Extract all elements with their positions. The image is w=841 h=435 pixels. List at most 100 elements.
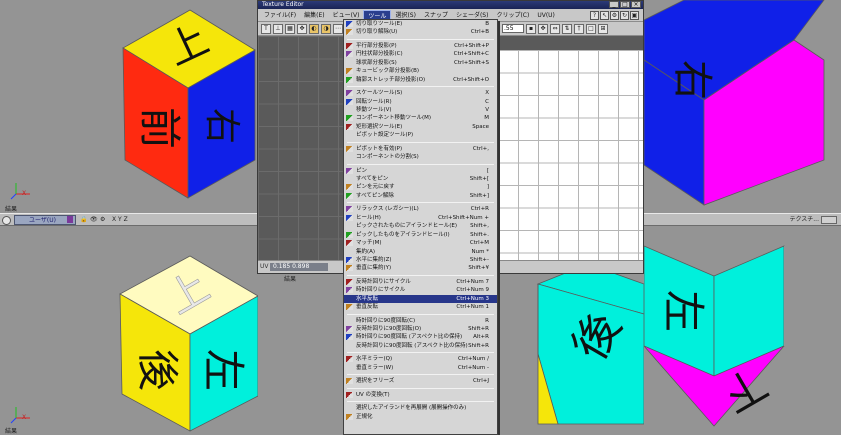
viewport-bottom-mid-left[interactable] [258, 274, 344, 435]
menu-item-label: 時計回りにサイクル [356, 287, 406, 294]
menu-item-shortcut: Ctrl+Num / [458, 356, 489, 363]
menu-item[interactable]: リラックス (レガシー)(L) Ctrl+R [344, 205, 497, 213]
menu-item[interactable]: キュービック部分投影(B) [344, 67, 497, 75]
new-icon[interactable]: T [261, 23, 271, 34]
menu-item[interactable]: 集約(A) Num * [344, 248, 497, 256]
lock-icon[interactable]: 🔒 [80, 215, 87, 225]
panel-right-button[interactable] [821, 216, 837, 224]
menu-item[interactable]: UV の変換(T) [344, 391, 497, 399]
close-button[interactable]: × [631, 1, 641, 8]
menu-item[interactable]: マッチ(M) Ctrl+M [344, 239, 497, 247]
viewport-top-right[interactable]: 右 [644, 0, 841, 213]
menu-item[interactable]: ピックしたものをアイランドヒール(I) Shift+. [344, 231, 497, 239]
menu-item-label: 水平に集約(Z) [356, 256, 392, 263]
scale-icon[interactable]: ◑ [321, 23, 331, 34]
arrows-icon[interactable]: ⇔ [550, 24, 560, 34]
grid-icon[interactable]: ▦ [285, 23, 295, 34]
menu-item[interactable]: 水平反転 Ctrl+Num 3 [344, 294, 497, 304]
menu-item[interactable]: 反時計回りに90度回転 (アスペクト比の保持) Shift+R [344, 342, 497, 350]
uv-icon[interactable]: ⋯ [333, 23, 343, 34]
menu-item[interactable]: 時計回りに90度回転 (アスペクト比の保持) Alt+R [344, 333, 497, 341]
menu-item[interactable]: ピンを元に戻す] [344, 183, 497, 191]
viewport-bottom-right[interactable]: 左 下 [644, 226, 841, 435]
menu-clip[interactable]: クリップ(C) [492, 10, 533, 21]
menu-item[interactable]: 球状部分投影(S) Ctrl+Shift+S [344, 59, 497, 67]
menu-item[interactable]: 反時計回りにサイクル Ctrl+Num 7 [344, 278, 497, 286]
minimize-button[interactable]: _ [609, 1, 619, 8]
menu-item[interactable]: 矩形選択ツール(E) Space [344, 123, 497, 131]
menu-item[interactable]: 正規化 [344, 413, 497, 421]
menu-item[interactable]: 切り取り解除(U) Ctrl+B [344, 28, 497, 36]
menu-item-label: ピンを元に戻す [356, 184, 395, 191]
snap-icon[interactable]: ⊞ [598, 24, 608, 34]
menu-item[interactable]: スケールツール(S) X [344, 89, 497, 97]
viewport-top-left[interactable]: 上 前 右 X 結果 [0, 0, 258, 213]
maximize-button[interactable]: □ [620, 1, 630, 8]
viewport-bottom-left[interactable]: 上 後 左 X 結果 [0, 226, 258, 435]
menu-item[interactable]: 水平ミラー(Q) Ctrl+Num / [344, 355, 497, 363]
rotate-icon[interactable]: ◐ [309, 23, 319, 34]
help-icon[interactable]: ? [590, 10, 599, 20]
app-root: 上 前 右 X 結果 右 ユーザ(U) 🔒 👁 ⚙ X Y Z テクスチ... [0, 0, 841, 435]
menu-item[interactable]: ピン [ [344, 167, 497, 175]
menu-item[interactable]: 水平に集約(Z) Shift+- [344, 256, 497, 264]
menu-item[interactable]: 切り取りツール(E) B [344, 20, 497, 28]
menu-item-label: 水平反転 [356, 295, 379, 302]
value-field[interactable]: .55 [502, 24, 524, 33]
menu-edit[interactable]: 編集(E) [300, 10, 328, 21]
menu-item[interactable]: 垂直ミラー(W) Ctrl+Num - [344, 364, 497, 372]
panel-menu-icon[interactable] [2, 216, 11, 225]
menu-item-label: ピックされたものにアイランドヒール(E) [356, 223, 457, 230]
menu-item[interactable]: ピックされたものにアイランドヒール(E) Shift+, [344, 222, 497, 230]
menu-item[interactable]: 垂直に集約(Y) Shift+¥ [344, 264, 497, 272]
menu-item-label: スケールツール(S) [356, 90, 403, 97]
menu-item[interactable]: 円柱状部分投影(C) Ctrl+Shift+C [344, 50, 497, 58]
menu-item[interactable]: ピボット設定ツール(P) [344, 131, 497, 139]
menu-item[interactable]: 時計回りに90度回転(C) R [344, 317, 497, 325]
viewport-status: 結果 [5, 206, 18, 213]
align-icon[interactable]: ⊥ [273, 23, 283, 34]
menu-item[interactable]: 平行部分投影(P) Ctrl+Shift+P [344, 42, 497, 50]
menu-item[interactable]: 選択したアイランドを再展開 (展開操作のみ) [344, 404, 497, 412]
menu-uv[interactable]: UV(U) [533, 10, 559, 21]
menu-item-label: 正規化 [356, 413, 373, 420]
eye-icon[interactable]: 👁 [90, 215, 98, 225]
menu-file[interactable]: ファイル(F) [260, 10, 300, 21]
menu-item-shortcut: Shift+[ [469, 176, 489, 182]
refresh-icon[interactable]: ↻ [620, 10, 629, 20]
menu-item-icon [346, 405, 353, 411]
menu-item[interactable]: コンポーネント移動ツール(M) M [344, 114, 497, 122]
menu-item[interactable]: 回転ツール(R) C [344, 98, 497, 106]
image-icon[interactable]: ▣ [630, 10, 639, 20]
set-icon[interactable]: ▪ [526, 24, 536, 34]
frame-icon[interactable]: □ [586, 24, 596, 34]
move-icon[interactable]: ✥ [297, 23, 307, 34]
menu-item-shortcut: Shift+] [469, 192, 489, 199]
menu-item[interactable]: 反時計回りに90度回転(O) Shift+R [344, 325, 497, 333]
menu-item[interactable]: すべてをピン Shift+[ [344, 175, 497, 183]
menu-item[interactable]: コンポーネントの分割(S) [344, 153, 497, 161]
gear-icon[interactable]: ⚙ [100, 215, 105, 225]
menu-item[interactable]: ヒール(H) Ctrl+Shift+Num + [344, 214, 497, 222]
menu-item[interactable]: ピボットを有効(P) Ctrl+, [344, 145, 497, 153]
menu-item[interactable]: 時計回りにサイクル Ctrl+Num 9 [344, 286, 497, 294]
cursor-icon[interactable]: ↖ [600, 10, 609, 20]
axis-x-label: X [22, 414, 27, 421]
menu-item-shortcut: Shift+. [470, 231, 489, 238]
menu-item-label: 移動ツール(V) [356, 106, 392, 113]
pin-icon[interactable]: † [574, 24, 584, 34]
gear-icon[interactable]: ⚙ [610, 10, 619, 20]
menu-item-label: マッチ(M) [356, 240, 382, 247]
menu-item[interactable]: 移動ツール(V) V [344, 106, 497, 114]
menu-item[interactable]: すべてピン解除 Shift+] [344, 192, 497, 200]
menu-item[interactable]: 選択をフリーズ Ctrl+J [344, 377, 497, 385]
window-titlebar[interactable]: Texture Editor _ □ × [258, 1, 643, 9]
menu-item-shortcut: Ctrl+B [470, 29, 489, 36]
viewport-bottom-mid[interactable]: 後 [498, 274, 644, 435]
chevron-down-icon[interactable] [67, 216, 73, 223]
flip-icon[interactable]: ⇅ [562, 24, 572, 34]
panel-axes-label[interactable]: X Y Z [112, 215, 128, 225]
menu-item[interactable]: 輪郭ストレッチ部分投影(O) Ctrl+Shift+O [344, 76, 497, 84]
pan-icon[interactable]: ✥ [538, 24, 548, 34]
menu-item[interactable]: 垂直反転 Ctrl+Num 1 [344, 303, 497, 311]
